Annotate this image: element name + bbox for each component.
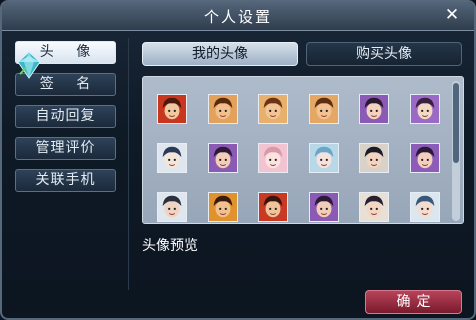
avatar-orange-hero-2[interactable] xyxy=(258,94,288,124)
avatar-grid-panel xyxy=(142,76,464,224)
avatar-grid-scrollbar[interactable] xyxy=(452,81,460,221)
avatar-red-warrior[interactable] xyxy=(157,94,187,124)
avatar-partial-3[interactable] xyxy=(258,192,288,222)
title-bar: 个人设置 ✕ xyxy=(2,2,474,31)
avatar-dark-lady[interactable] xyxy=(359,143,389,173)
avatar-purple-girl[interactable] xyxy=(207,143,238,173)
scrollbar-thumb[interactable] xyxy=(453,83,459,163)
sidebar: 头 像 签 名 自动回复 管理评价 关联手机 xyxy=(12,40,118,310)
avatar-orange-hero-3[interactable] xyxy=(308,94,339,124)
avatar-purple-lady[interactable] xyxy=(359,94,389,124)
tab-my-avatars[interactable]: 我的头像 xyxy=(142,42,298,66)
avatar-partial-5[interactable] xyxy=(359,192,389,222)
avatar-preview-label: 头像预览 xyxy=(142,238,198,254)
avatar-partial-4[interactable] xyxy=(308,192,339,222)
sidebar-item-link-phone[interactable]: 关联手机 xyxy=(15,169,116,192)
avatar-white-sage[interactable] xyxy=(157,143,187,173)
settings-window: 个人设置 ✕ 头 像 签 名 自动回复 管理评价 关联手机 我的头像 购买头像 … xyxy=(0,0,476,320)
panel-divider xyxy=(128,38,129,290)
avatar-grid xyxy=(157,94,443,223)
avatar-orange-hero[interactable] xyxy=(207,94,238,124)
avatar-blue-girl[interactable] xyxy=(308,143,339,173)
confirm-button[interactable]: 确定 xyxy=(365,290,462,314)
avatar-partial-6[interactable] xyxy=(409,192,440,222)
avatar-purple-lady-3[interactable] xyxy=(409,143,440,173)
close-icon[interactable]: ✕ xyxy=(442,5,462,25)
gem-icon xyxy=(17,51,41,79)
tab-buy-avatars[interactable]: 购买头像 xyxy=(306,42,462,66)
sidebar-item-auto-reply[interactable]: 自动回复 xyxy=(15,105,116,128)
avatar-pink-girl[interactable] xyxy=(258,143,288,173)
avatar-partial-1[interactable] xyxy=(157,192,187,222)
window-title: 个人设置 xyxy=(203,8,272,26)
sidebar-item-manage-rating[interactable]: 管理评价 xyxy=(15,137,116,160)
avatar-purple-lady-2[interactable] xyxy=(409,94,440,124)
avatar-partial-2[interactable] xyxy=(207,192,238,222)
